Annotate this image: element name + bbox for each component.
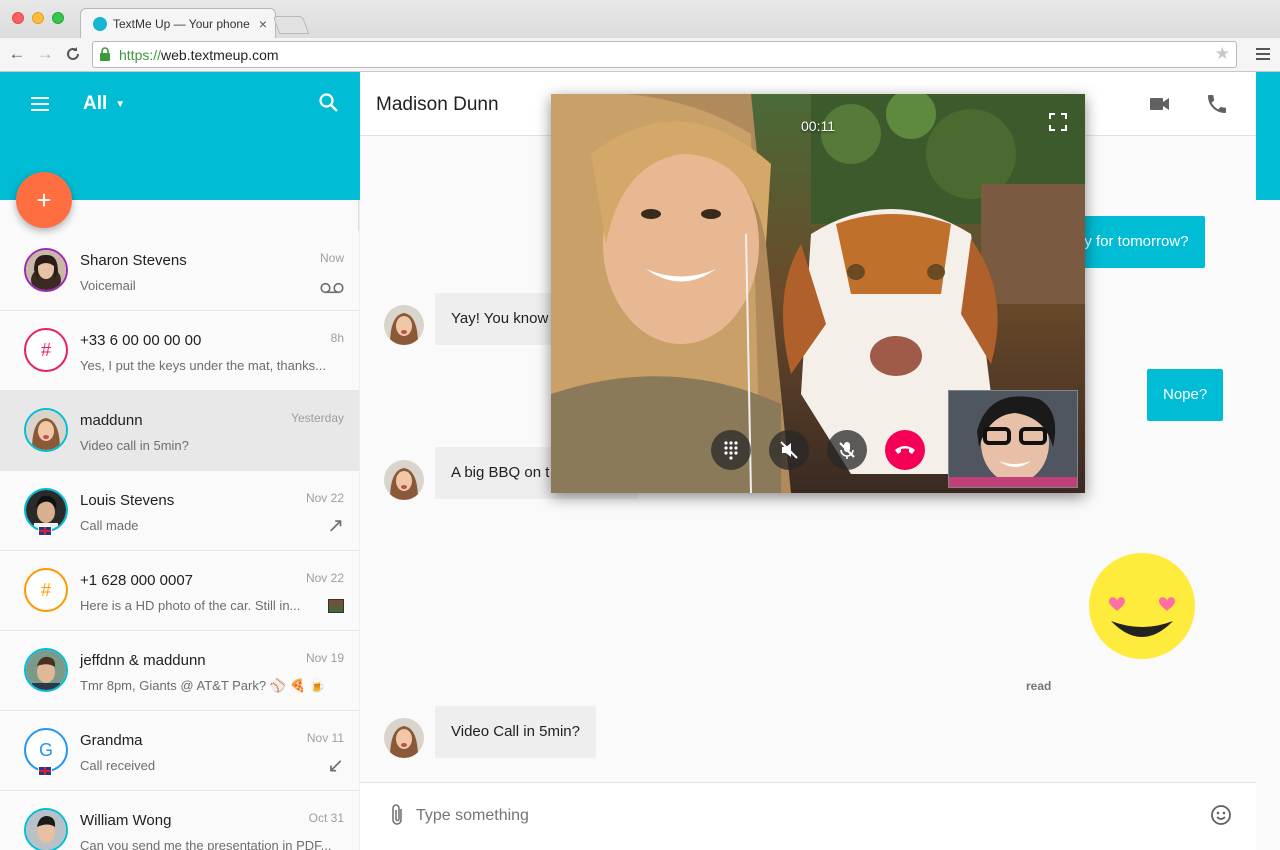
maximize-window-button[interactable] bbox=[52, 12, 64, 24]
incoming-call-arrow-icon: ↙ bbox=[327, 755, 344, 777]
call-timer: 00:11 bbox=[801, 118, 835, 134]
dialpad-button[interactable] bbox=[711, 430, 751, 470]
video-call-icon[interactable] bbox=[1148, 92, 1172, 116]
hamburger-menu-icon[interactable] bbox=[31, 97, 49, 111]
self-video-preview bbox=[948, 390, 1078, 488]
minimize-window-button[interactable] bbox=[32, 12, 44, 24]
url-scheme: https:// bbox=[119, 46, 162, 63]
browser-toolbar: ← → https:// web.textmeup.com ★ bbox=[0, 38, 1280, 72]
textme-favicon-icon bbox=[93, 16, 107, 31]
conversation-preview: Yes, I put the keys under the mat, thank… bbox=[80, 358, 326, 373]
voicemail-icon bbox=[320, 281, 344, 297]
avatar: # bbox=[24, 328, 68, 372]
address-bar[interactable]: https:// web.textmeup.com ★ bbox=[92, 41, 1237, 68]
conversation-item[interactable]: G Grandma Call received Nov 11 ↙ bbox=[0, 711, 359, 791]
reload-icon[interactable] bbox=[62, 43, 84, 65]
uk-flag-icon bbox=[38, 526, 52, 536]
chat-title: Madison Dunn bbox=[376, 94, 499, 115]
search-icon[interactable] bbox=[318, 92, 340, 114]
paperclip-icon[interactable] bbox=[388, 803, 408, 827]
conversation-preview: Here is a HD photo of the car. Still in.… bbox=[80, 598, 301, 613]
outgoing-call-arrow-icon: ↗ bbox=[327, 515, 344, 537]
conversation-item[interactable]: jeffdnn & maddunn Tmr 8pm, Giants @ AT&T… bbox=[0, 631, 359, 711]
new-tab-button[interactable] bbox=[272, 16, 310, 34]
right-gutter-header bbox=[1256, 72, 1280, 200]
avatar bbox=[24, 648, 68, 692]
photo-thumbnail bbox=[328, 599, 344, 613]
lock-icon bbox=[99, 46, 113, 63]
speaker-mute-button[interactable] bbox=[769, 430, 809, 470]
emoji-picker-icon[interactable] bbox=[1210, 804, 1232, 826]
conversation-name: Louis Stevens bbox=[80, 492, 175, 509]
video-call-window[interactable]: 00:11 bbox=[551, 94, 1085, 493]
browser-tab[interactable]: TextMe Up — Your phone × bbox=[80, 8, 276, 38]
avatar bbox=[384, 718, 424, 758]
conversation-time: Yesterday bbox=[291, 411, 344, 425]
conversation-time: Now bbox=[319, 251, 344, 265]
conversation-name: Grandma bbox=[80, 732, 143, 749]
url-host: web.textmeup.com bbox=[161, 46, 279, 63]
avatar bbox=[384, 305, 424, 345]
conversation-time: 8h bbox=[330, 331, 344, 345]
bookmark-star-icon[interactable]: ★ bbox=[1215, 44, 1230, 64]
conversation-name: maddunn bbox=[80, 412, 143, 429]
browser-menu-icon[interactable] bbox=[1256, 45, 1270, 63]
read-receipt: read bbox=[1026, 679, 1052, 693]
conversation-time: Oct 31 bbox=[308, 811, 344, 825]
conversation-time: Nov 22 bbox=[305, 571, 344, 585]
conversation-sidebar: All ▼ + Sharon Stevens Voicemail Now # +… bbox=[0, 72, 359, 850]
tab-close-icon[interactable]: × bbox=[259, 16, 267, 32]
textme-app: All ▼ + Sharon Stevens Voicemail Now # +… bbox=[0, 72, 1280, 850]
avatar-initial: G bbox=[38, 739, 53, 760]
avatar bbox=[24, 248, 68, 292]
phone-call-icon[interactable] bbox=[1205, 92, 1229, 116]
conversation-name: +1 628 000 0007 bbox=[80, 572, 194, 589]
hang-up-button[interactable] bbox=[885, 430, 925, 470]
heart-eyes-emoji-icon bbox=[1089, 553, 1195, 659]
fullscreen-icon[interactable] bbox=[1049, 113, 1067, 131]
back-arrow-icon[interactable]: ← bbox=[6, 43, 28, 65]
conversation-list: Sharon Stevens Voicemail Now # +33 6 00 … bbox=[0, 231, 359, 850]
conversation-preview: Call received bbox=[80, 758, 156, 773]
hash-icon: # bbox=[40, 339, 51, 360]
tab-title: TextMe Up — Your phone bbox=[113, 16, 250, 31]
conversation-preview: Voicemail bbox=[80, 278, 136, 293]
conversation-time: Nov 22 bbox=[305, 491, 344, 505]
conversation-item[interactable]: # +1 628 000 0007 Here is a HD photo of … bbox=[0, 551, 359, 631]
conversation-item[interactable]: Louis Stevens Call made Nov 22 ↗ bbox=[0, 471, 359, 551]
conversation-time: Nov 11 bbox=[306, 731, 344, 745]
caret-down-icon: ▼ bbox=[115, 98, 126, 110]
filter-dropdown[interactable]: All ▼ bbox=[83, 93, 125, 115]
microphone-mute-button[interactable] bbox=[827, 430, 867, 470]
conversation-preview: Call made bbox=[80, 518, 139, 533]
conversation-item-active[interactable]: maddunn Video call in 5min? Yesterday bbox=[0, 391, 359, 471]
conversation-time: Nov 19 bbox=[305, 651, 344, 665]
hash-icon: # bbox=[40, 579, 51, 600]
conversation-name: +33 6 00 00 00 00 bbox=[80, 332, 202, 349]
uk-flag-icon bbox=[38, 766, 52, 776]
forward-arrow-icon[interactable]: → bbox=[34, 43, 56, 65]
message-composer bbox=[360, 782, 1256, 850]
avatar: # bbox=[24, 568, 68, 612]
browser-titlebar: TextMe Up — Your phone × bbox=[0, 0, 1280, 38]
avatar bbox=[384, 460, 424, 500]
new-conversation-button[interactable]: + bbox=[16, 172, 72, 228]
conversation-name: jeffdnn & maddunn bbox=[80, 652, 206, 669]
conversation-preview: Can you send me the presentation in PDF.… bbox=[80, 838, 332, 850]
conversation-preview: Tmr 8pm, Giants @ AT&T Park? ⚾ 🍕 🍺 bbox=[80, 678, 326, 693]
message-bubble-outgoing: Nope? bbox=[1147, 369, 1224, 421]
conversation-preview: Video call in 5min? bbox=[80, 438, 189, 453]
filter-label: All bbox=[83, 93, 108, 114]
close-window-button[interactable] bbox=[12, 12, 24, 24]
message-bubble-incoming: Video Call in 5min? bbox=[435, 706, 596, 758]
message-input[interactable] bbox=[416, 801, 1196, 831]
conversation-item[interactable]: William Wong Can you send me the present… bbox=[0, 791, 359, 850]
avatar bbox=[24, 408, 68, 452]
avatar bbox=[24, 808, 68, 850]
conversation-item[interactable]: Sharon Stevens Voicemail Now bbox=[0, 231, 359, 311]
conversation-name: Sharon Stevens bbox=[80, 252, 187, 269]
conversation-item[interactable]: # +33 6 00 00 00 00 Yes, I put the keys … bbox=[0, 311, 359, 391]
conversation-name: William Wong bbox=[80, 812, 172, 829]
